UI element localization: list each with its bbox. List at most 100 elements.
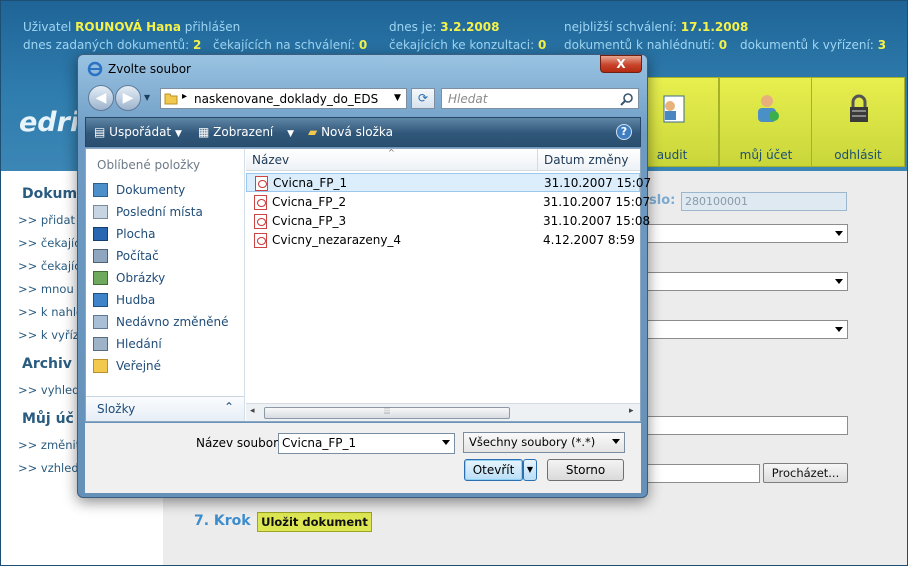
forward-button[interactable]: ▶ — [115, 85, 141, 111]
cancel-button[interactable]: Storno — [547, 459, 624, 481]
search-folder-icon — [93, 337, 108, 351]
file-row[interactable]: Cvicna_FP_2 31.10.2007 15:07 — [246, 193, 650, 212]
today-info: dnes je: 3.2.2008 — [389, 20, 500, 34]
nav-item-recently-changed[interactable]: Nedávno změněné — [116, 315, 229, 329]
dialog-title: Zvolte soubor — [108, 62, 191, 76]
save-document-button[interactable]: Uložit dokument — [257, 512, 372, 532]
sidebar-link[interactable]: >> čekající — [18, 236, 84, 250]
back-button[interactable]: ◀ — [88, 85, 114, 111]
file-type-select[interactable]: Všechny soubory (*.*) — [463, 432, 625, 453]
music-icon — [93, 293, 108, 307]
file-name: Cvicna_FP_2 — [272, 195, 347, 209]
search-icon[interactable] — [620, 92, 634, 106]
refresh-button[interactable]: ⟳ — [411, 88, 435, 109]
sidebar-link[interactable]: >> přidat n — [18, 213, 86, 227]
address-bar[interactable]: ▸ naskenovane_doklady_do_EDS ▼ — [160, 88, 407, 109]
nav-item-music[interactable]: Hudba — [116, 293, 155, 307]
folders-label: Složky — [97, 402, 136, 416]
tile-logout[interactable]: odhlásit — [811, 77, 905, 167]
nav-item-pictures[interactable]: Obrázky — [116, 271, 165, 285]
computer-icon — [93, 249, 108, 263]
column-header-name[interactable]: Název ^ — [246, 148, 538, 171]
sidebar-link[interactable]: >> mnou p — [18, 282, 85, 296]
new-folder-button[interactable]: ▰ Nová složka — [308, 125, 393, 139]
file-date: 31.10.2007 15:07 — [544, 176, 652, 190]
desktop-icon — [93, 227, 108, 241]
sort-arrow-icon: ^ — [388, 148, 395, 157]
horizontal-scrollbar[interactable]: ◂ ⦙⦙⦙ ▸ — [246, 403, 640, 421]
tile-my-account[interactable]: můj účet — [719, 77, 813, 167]
arrow-left-icon: ◀ — [95, 90, 107, 106]
recently-changed-icon — [93, 315, 108, 329]
open-dropdown-icon[interactable]: ▼ — [523, 459, 537, 481]
file-date: 4.12.2007 8:59 — [543, 233, 635, 247]
history-dropdown-icon[interactable]: ▼ — [144, 93, 150, 102]
doc-number-label: slo: — [649, 193, 676, 208]
breadcrumb-arrow-icon: ▸ — [182, 91, 188, 102]
column-header-date[interactable]: Datum změny — [538, 149, 640, 171]
search-input[interactable]: Hledat — [441, 88, 639, 109]
to-handle-info: dokumentů k vyřízení: 3 — [740, 38, 887, 52]
chevron-down-icon[interactable]: ▼ — [394, 93, 401, 103]
folder-icon — [164, 93, 178, 105]
nav-item-recent[interactable]: Poslední místa — [116, 205, 203, 219]
pdf-icon — [254, 233, 267, 248]
entered-docs-info: dnes zadaných dokumentů: 2 — [23, 38, 202, 52]
file-name: Cvicny_nezarazeny_4 — [272, 233, 402, 247]
pdf-icon — [254, 214, 267, 229]
waiting-approval-info: čekajících na schválení: 0 — [213, 38, 368, 52]
new-folder-icon: ▰ — [308, 125, 318, 139]
user-account-icon — [758, 95, 779, 122]
pictures-icon — [93, 271, 108, 285]
audit-icon — [663, 95, 685, 123]
scroll-right-icon[interactable]: ▸ — [629, 406, 634, 416]
close-button[interactable]: X — [600, 55, 642, 73]
nav-item-documents[interactable]: Dokumenty — [116, 183, 185, 197]
sidebar-section-account: Můj úč — [22, 411, 74, 427]
documents-icon — [93, 183, 108, 197]
filename-label: Název souboru: — [196, 436, 290, 450]
scroll-thumb[interactable]: ⦙⦙⦙ — [264, 407, 510, 419]
file-row[interactable]: Cvicna_FP_3 31.10.2007 15:08 — [246, 212, 650, 231]
pdf-icon — [254, 195, 267, 210]
filename-input[interactable]: Cvicna_FP_1 — [278, 433, 455, 454]
file-list: Název ^ Datum změny Cvicna_FP_1 31.10.200… — [246, 148, 651, 421]
file-name: Cvicna_FP_1 — [273, 176, 348, 190]
file-row[interactable]: Cvicny_nezarazeny_4 4.12.2007 8:59 — [246, 231, 640, 250]
sidebar-link[interactable]: >> čekající — [18, 259, 84, 273]
organize-button[interactable]: ▤ Uspořádat ▼ — [94, 125, 182, 139]
to-view-info: dokumentů k nahlédnutí: 0 — [564, 38, 728, 52]
select-field[interactable] — [646, 224, 848, 243]
pdf-icon — [255, 176, 268, 191]
ie-icon — [87, 61, 103, 77]
nav-item-search[interactable]: Hledání — [116, 337, 162, 351]
scroll-left-icon[interactable]: ◂ — [250, 406, 255, 416]
nav-item-public[interactable]: Veřejné — [116, 359, 161, 373]
organize-icon: ▤ — [94, 125, 106, 139]
select-field[interactable] — [646, 320, 848, 339]
file-date: 31.10.2007 15:08 — [543, 214, 651, 228]
chevron-down-icon: ▼ — [174, 129, 182, 139]
file-row[interactable]: Cvicna_FP_1 31.10.2007 15:07 — [246, 173, 651, 192]
step-label: 7. Krok — [194, 513, 251, 529]
public-folder-icon — [93, 359, 108, 373]
chevron-up-icon: ⌃ — [224, 400, 235, 414]
nav-item-desktop[interactable]: Plocha — [116, 227, 155, 241]
views-button[interactable]: ▦ Zobrazení ▼ — [198, 125, 294, 139]
doc-number-field[interactable]: 280100001 — [681, 192, 847, 211]
dialog-body: Oblíbené položky Dokumenty Poslední míst… — [85, 148, 651, 422]
folders-toggle[interactable]: Složky ⌃ — [86, 396, 244, 421]
file-dialog: Zvolte soubor X ◀ ▶ ▼ ▸ naskenovane_dokl… — [77, 54, 651, 498]
text-field[interactable] — [646, 416, 848, 435]
next-approval-info: nejbližší schválení: 17.1.2008 — [564, 20, 749, 34]
views-icon: ▦ — [198, 125, 210, 139]
browse-button[interactable]: Procházet... — [763, 463, 848, 483]
help-icon[interactable]: ? — [616, 124, 632, 140]
open-button[interactable]: Otevřít — [464, 459, 523, 481]
nav-item-computer[interactable]: Počítač — [116, 249, 159, 263]
sidebar-section-documents: Dokum — [22, 186, 78, 202]
select-field[interactable] — [646, 272, 848, 291]
lock-icon — [850, 94, 868, 122]
chevron-down-icon: ▼ — [287, 129, 295, 139]
file-path-field[interactable] — [646, 464, 760, 483]
